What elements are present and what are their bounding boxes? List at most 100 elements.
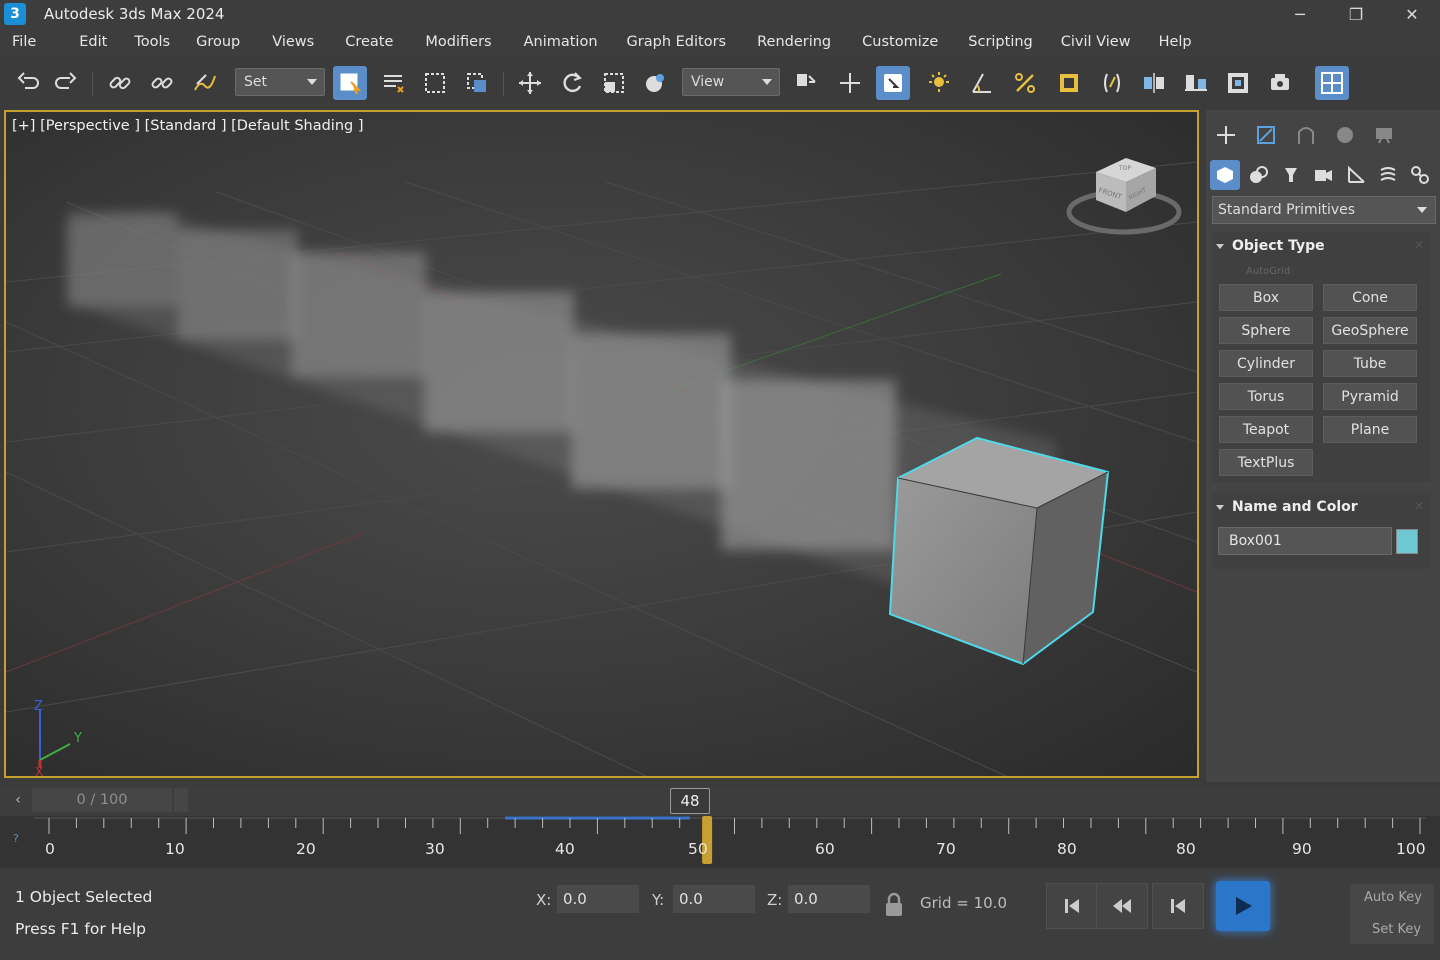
unlink-icon[interactable] [145,66,179,100]
select-object-icon[interactable] [333,66,367,100]
axis-x-label: X [35,765,43,776]
bind-spacewarp-icon[interactable] [188,66,222,100]
named-selection-dropdown[interactable]: Set [235,68,325,96]
rotate-icon[interactable] [555,66,589,100]
menu-rendering[interactable]: Rendering [757,34,831,50]
pyramid-button[interactable]: Pyramid [1323,383,1417,410]
geometry-icon[interactable] [1210,160,1240,190]
object-name-field[interactable]: Box001 [1218,527,1392,555]
create-tab-icon[interactable] [1211,120,1241,150]
selected-box[interactable] [888,436,1110,666]
spacewarps-icon[interactable] [1373,160,1403,190]
plane-button[interactable]: Plane [1323,416,1417,443]
spinner-snap-icon[interactable] [1052,66,1086,100]
menu-civil-view[interactable]: Civil View [1061,34,1131,50]
tube-button[interactable]: Tube [1323,350,1417,377]
object-color-swatch[interactable] [1396,529,1418,554]
track-label-40: 40 [555,840,575,858]
viewport-layout-icon[interactable] [1315,66,1349,100]
x-coord-field[interactable]: 0.0 [557,885,639,913]
window-crossing-icon[interactable] [460,66,494,100]
scale-icon[interactable] [597,66,631,100]
reference-coord-dropdown[interactable]: View [682,68,780,96]
go-to-start-button[interactable] [1046,883,1098,929]
modify-tab-icon[interactable] [1251,120,1281,150]
perspective-viewport[interactable]: TOP FRONT RIGHT Z Y X [+] [Perspective ]… [4,110,1199,778]
menu-scripting[interactable]: Scripting [968,34,1032,50]
select-by-name-icon[interactable] [376,66,410,100]
keyboard-shortcut-icon[interactable] [876,66,910,100]
z-coord-field[interactable]: 0.0 [788,885,870,913]
menu-modifiers[interactable]: Modifiers [425,34,491,50]
viewcube-icon[interactable]: TOP FRONT RIGHT [1066,158,1182,235]
restore-button[interactable]: ❐ [1328,0,1384,28]
menu-graph-editors[interactable]: Graph Editors [627,34,727,50]
track-bar-menu-icon[interactable]: ? [13,832,19,845]
primitives-dropdown[interactable]: Standard Primitives [1212,196,1436,224]
autogrid-checkbox[interactable]: AutoGrid [1246,266,1290,277]
align-icon[interactable] [1179,66,1213,100]
title-bar: 3 Autodesk 3ds Max 2024 ─ ❐ ✕ [0,0,1440,28]
frame-range-display[interactable]: 0 / 100 [32,788,172,812]
sphere-button[interactable]: Sphere [1219,317,1313,344]
redo-icon[interactable] [48,66,82,100]
current-frame-indicator[interactable]: 48 [670,788,710,814]
track-bar[interactable]: ? 0 10 20 30 40 50 60 70 80 80 90 100 [0,816,1440,868]
menu-group[interactable]: Group [196,34,240,50]
menu-edit[interactable]: Edit [79,34,107,50]
set-key-button[interactable]: Set Key [1372,922,1421,937]
percent-snap-icon[interactable] [1008,66,1042,100]
menu-animation[interactable]: Animation [524,34,598,50]
named-sets-icon[interactable] [1095,66,1129,100]
menu-customize[interactable]: Customize [862,34,938,50]
cone-button[interactable]: Cone [1323,284,1417,311]
lock-icon[interactable] [884,892,904,918]
mirror-icon[interactable] [1137,66,1171,100]
time-slider-next-button[interactable] [174,788,188,812]
menu-file[interactable]: File [12,34,36,50]
name-color-close-icon[interactable]: ✕ [1414,499,1424,513]
menu-tools[interactable]: Tools [134,34,170,50]
cameras-icon[interactable] [1308,160,1338,190]
cylinder-button[interactable]: Cylinder [1219,350,1313,377]
textplus-button[interactable]: TextPlus [1219,449,1313,476]
object-type-header[interactable]: Object Type [1212,232,1430,260]
close-button[interactable]: ✕ [1384,0,1440,28]
y-coord-field[interactable]: 0.0 [673,885,755,913]
lights-icon[interactable] [1276,160,1306,190]
pivot-icon[interactable] [789,66,823,100]
app-logo-icon[interactable]: 3 [4,3,26,25]
viewport-label[interactable]: [+] [Perspective ] [Standard ] [Default … [12,118,364,134]
name-color-header[interactable]: Name and Color [1212,493,1430,521]
shapes-icon[interactable] [1244,160,1274,190]
move-icon[interactable] [513,66,547,100]
object-type-close-icon[interactable]: ✕ [1414,238,1424,252]
menu-help[interactable]: Help [1159,34,1192,50]
manipulate-icon[interactable] [833,66,867,100]
undo-icon[interactable] [12,66,46,100]
snap-toggle-icon[interactable] [922,66,956,100]
display-tab-icon[interactable] [1369,120,1399,150]
angle-snap-icon[interactable] [965,66,999,100]
time-slider-prev-icon[interactable]: ‹ [6,788,30,812]
minimize-button[interactable]: ─ [1272,0,1328,28]
render-setup-icon[interactable] [1263,66,1297,100]
auto-key-button[interactable]: Auto Key [1364,890,1422,905]
systems-icon[interactable] [1405,160,1435,190]
menu-views[interactable]: Views [272,34,314,50]
torus-button[interactable]: Torus [1219,383,1313,410]
box-button[interactable]: Box [1219,284,1313,311]
previous-key-button[interactable] [1152,883,1204,929]
motion-tab-icon[interactable] [1330,120,1360,150]
teapot-button[interactable]: Teapot [1219,416,1313,443]
previous-frame-button[interactable] [1096,883,1148,929]
link-icon[interactable] [103,66,137,100]
menu-create[interactable]: Create [345,34,393,50]
layer-explorer-icon[interactable] [1221,66,1255,100]
play-button[interactable] [1216,881,1270,931]
rect-selection-icon[interactable] [418,66,452,100]
select-place-icon[interactable] [638,66,672,100]
geosphere-button[interactable]: GeoSphere [1323,317,1417,344]
hierarchy-tab-icon[interactable] [1291,120,1321,150]
helpers-icon[interactable] [1341,160,1371,190]
